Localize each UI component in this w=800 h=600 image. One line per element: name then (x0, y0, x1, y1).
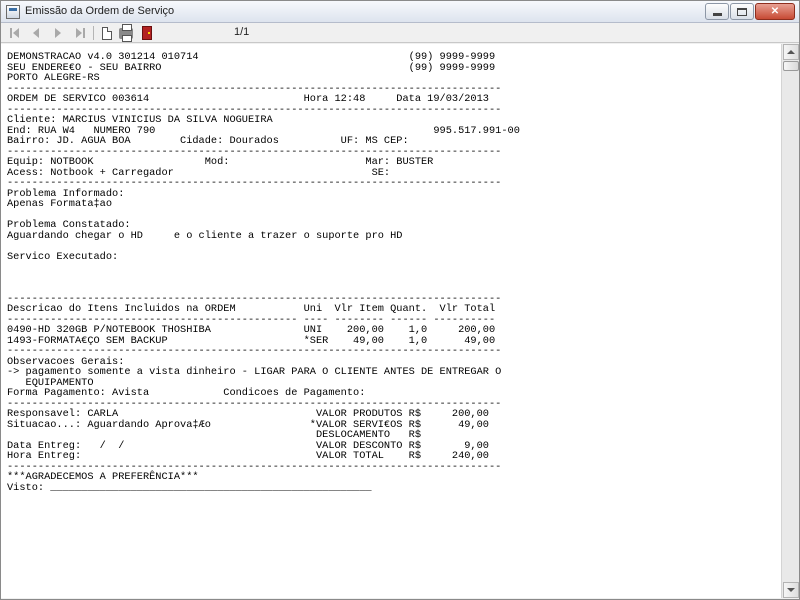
app-window-icon (6, 5, 20, 19)
report-line: Descricao do Itens Incluidos na ORDEM Un… (7, 303, 496, 315)
report-line: Equip: NOTBOOK Mod: Mar: BUSTER (7, 156, 434, 168)
report-line: DEMONSTRACAO v4.0 301214 010714 (99) 999… (7, 51, 496, 63)
maximize-icon (737, 7, 747, 16)
first-page-arrow (12, 28, 19, 38)
last-page-bar (82, 28, 85, 38)
report-line: Servico Executado: (7, 250, 119, 263)
report-line: Hora Entreg: VALOR TOTAL R$ 240,00 (7, 450, 489, 462)
report-window: Emissão da Ordem de Serviço ✕ 1/1 DEMONS… (0, 0, 800, 600)
last-page-icon (75, 28, 82, 38)
prev-page-icon (33, 28, 39, 38)
page-counter: 1/1 (234, 26, 250, 38)
report-line: Problema Constatado: (7, 219, 131, 231)
report-line: Visto: _________________________________… (7, 481, 372, 494)
report-line (7, 273, 520, 284)
report-line (7, 262, 520, 273)
report-line: Cliente: MARCIUS VINICIUS DA SILVA NOGUE… (7, 114, 273, 126)
report-line: Responsavel: CARLA VALOR PRODUTOS R$ 200… (7, 408, 489, 420)
minimize-icon (712, 13, 722, 16)
report-line: ORDEM DE SERVICO 003614 Hora 12:48 Data … (7, 93, 489, 105)
printer-icon (119, 23, 133, 42)
report-content: DEMONSTRACAO v4.0 301214 010714 (99) 999… (7, 52, 520, 493)
new-page-button[interactable] (99, 25, 115, 41)
exit-button[interactable] (139, 25, 155, 41)
scroll-down-icon (787, 588, 795, 592)
first-page-button[interactable] (6, 25, 22, 41)
report-line: Forma Pagamento: Avista Condicoes de Pag… (7, 387, 366, 399)
vertical-scrollbar[interactable] (781, 44, 799, 598)
report-line (7, 241, 520, 252)
first-page-icon (9, 28, 12, 38)
report-line: PORTO ALEGRE-RS (7, 72, 100, 84)
window-controls: ✕ (705, 3, 795, 20)
last-page-button[interactable] (72, 25, 88, 41)
window-title: Emissão da Ordem de Serviço (25, 5, 175, 17)
report-toolbar: 1/1 (1, 23, 799, 43)
exit-icon (142, 26, 152, 40)
scroll-up-icon (787, 50, 795, 54)
print-button[interactable] (118, 23, 134, 42)
next-page-button[interactable] (50, 25, 66, 41)
report-line: ----------------------------------------… (7, 177, 502, 189)
report-line: ----------------------------------------… (7, 345, 502, 357)
report-preview[interactable]: DEMONSTRACAO v4.0 301214 010714 (99) 999… (1, 44, 781, 598)
report-line: Apenas Formata‡ao (7, 198, 113, 210)
minimize-button[interactable] (705, 3, 729, 20)
scroll-down-button[interactable] (783, 582, 799, 598)
maximize-button[interactable] (730, 3, 754, 20)
close-icon: ✕ (770, 6, 780, 17)
report-line (7, 283, 520, 294)
report-line: 0490-HD 320GB P/NOTEBOOK THOSHIBA UNI 20… (7, 324, 496, 336)
report-line: ***AGRADECEMOS A PREFERÊNCIA*** (7, 471, 199, 483)
scroll-thumb[interactable] (783, 61, 799, 71)
report-line: Bairro: JD. AGUA BOA Cidade: Dourados UF… (7, 135, 409, 147)
next-page-icon (55, 28, 61, 38)
prev-page-button[interactable] (28, 25, 44, 41)
report-line: Aguardando chegar o HD e o cliente a tra… (7, 229, 403, 242)
title-bar[interactable]: Emissão da Ordem de Serviço ✕ (1, 1, 799, 23)
scroll-up-button[interactable] (783, 44, 799, 60)
report-line: -> pagamento somente a vista dinheiro - … (7, 366, 502, 378)
report-line: DESLOCAMENTO R$ (7, 429, 422, 441)
toolbar-separator (93, 26, 94, 40)
close-button[interactable]: ✕ (755, 3, 795, 20)
new-page-icon (102, 26, 112, 40)
